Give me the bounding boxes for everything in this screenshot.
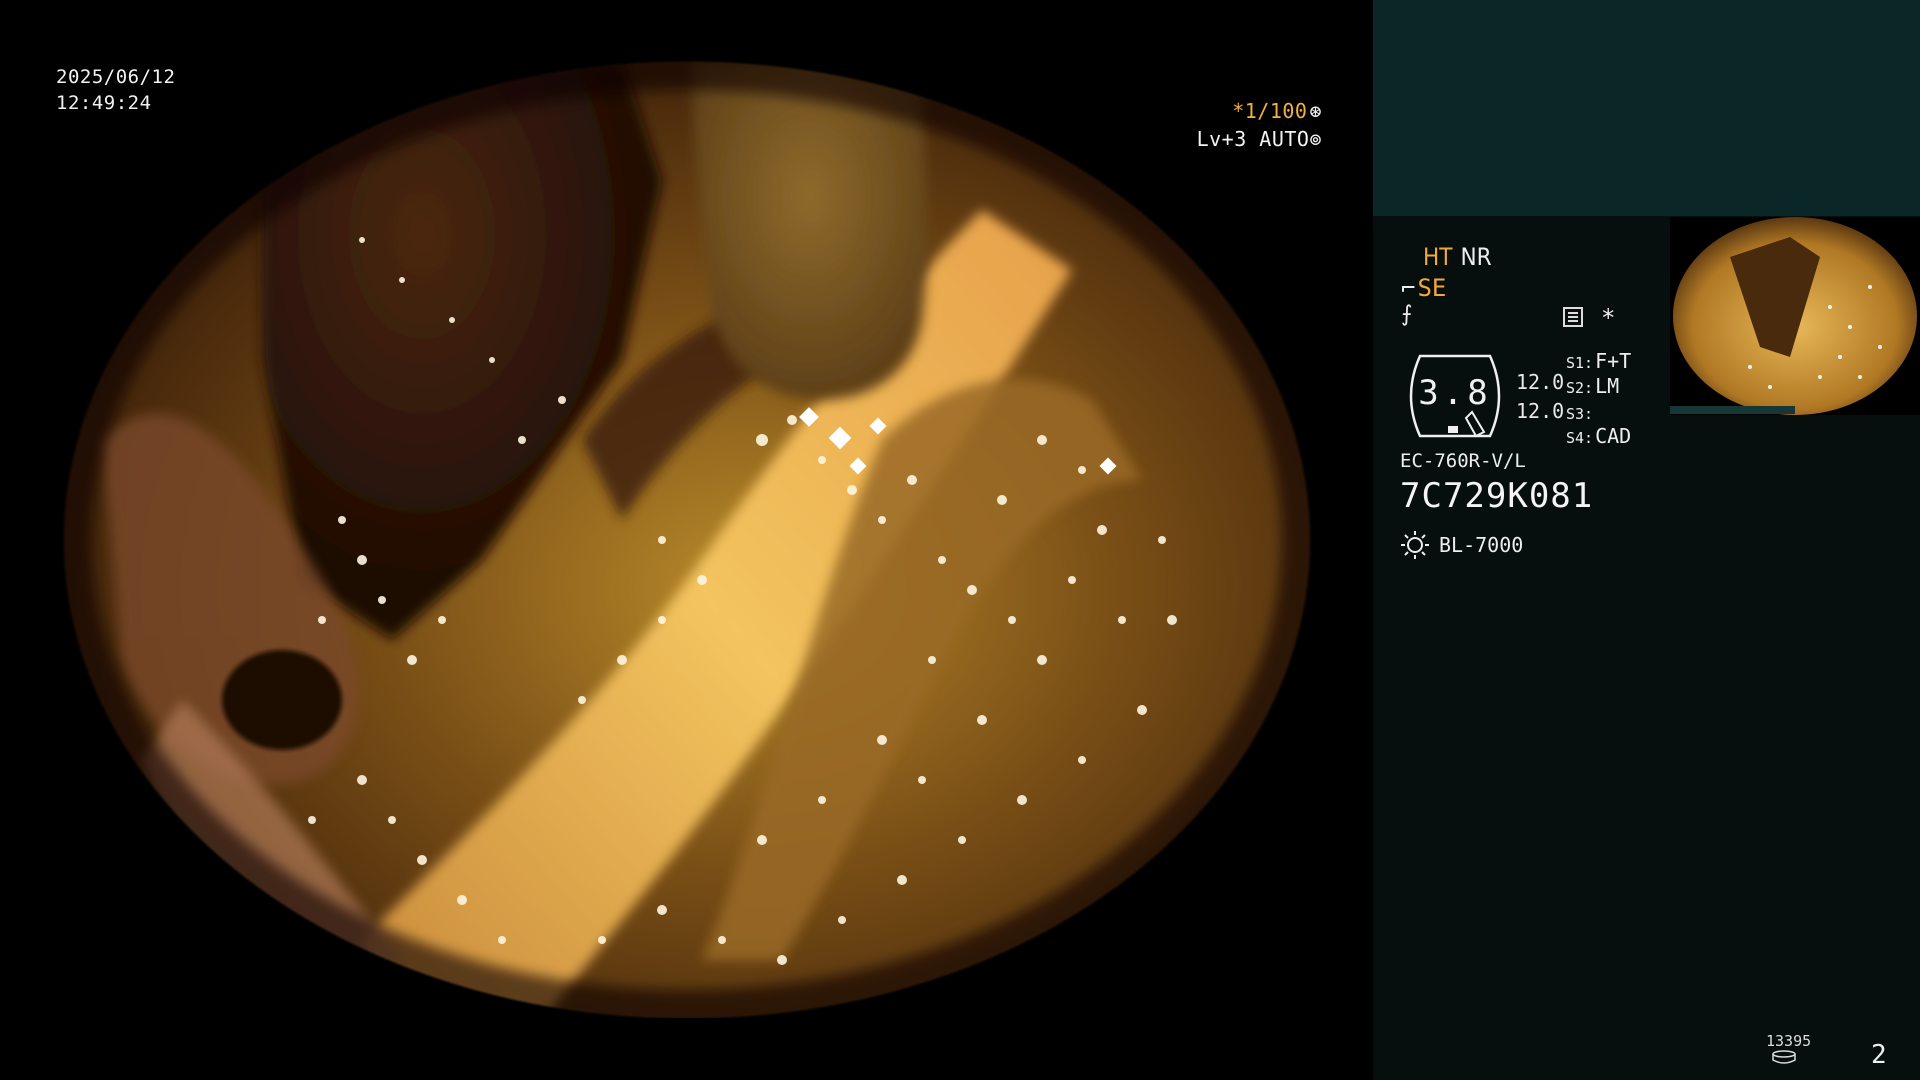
switch-s3: S3: xyxy=(1566,400,1595,424)
panel-header-area xyxy=(1373,0,1920,216)
switch-key: S2: xyxy=(1566,379,1594,397)
page-number: 2 xyxy=(1871,1040,1887,1070)
asterisk-indicator: * xyxy=(1601,304,1616,332)
info-panel: HT NR ⌐SE ⨍ * 3.8 12.0 12.0 S1: F+T S2: LM … xyxy=(1373,0,1920,1080)
switch-value: CAD xyxy=(1595,424,1632,448)
ht-label: HT xyxy=(1423,243,1453,271)
level-text: Lv+3 AUTO xyxy=(1196,127,1310,151)
iris-icon: ⊚ xyxy=(1309,127,1322,151)
structure-enhance-icon: ⨍ xyxy=(1401,302,1413,327)
date-time-display: 2025/06/12 12:49:24 xyxy=(56,64,175,116)
scope-serial: 7C729K081 xyxy=(1400,476,1594,516)
switch-s1: S1: F+T xyxy=(1566,349,1631,373)
time-text: 12:49:24 xyxy=(56,92,152,114)
switch-key: S1: xyxy=(1566,354,1594,372)
switch-value: LM xyxy=(1595,374,1620,398)
aperture-icon: ⊛ xyxy=(1309,99,1322,123)
menu-icon xyxy=(1563,307,1583,327)
nr-label: NR xyxy=(1460,243,1492,271)
se-label: SE xyxy=(1417,274,1447,302)
image-counter: 13395 xyxy=(1766,1032,1812,1050)
se-icon: ⌐ xyxy=(1401,274,1416,302)
storage-icon xyxy=(1772,1050,1796,1064)
switch-key: S4: xyxy=(1566,429,1594,447)
setting-value-1: 12.0 xyxy=(1516,370,1565,394)
switch-value: F+T xyxy=(1595,349,1632,373)
light-source-icon xyxy=(1401,531,1429,559)
scope-model: EC-760R-V/L xyxy=(1400,450,1526,472)
switch-s4: S4: CAD xyxy=(1566,424,1631,448)
date-text: 2025/06/12 xyxy=(56,66,176,88)
scope-mask-bottom xyxy=(0,1018,1372,1080)
endoscopy-screen: 2025/06/12 12:49:24 *1/100 ⊛ Lv+3 AUTO⊚ H… xyxy=(0,0,1920,1080)
zoom-value: 3.8 xyxy=(1418,373,1492,413)
se-indicator: ⌐SE xyxy=(1401,274,1446,302)
endoscope-live-view xyxy=(62,60,1312,1020)
mucosa-image xyxy=(62,60,1312,1020)
captured-thumbnail[interactable] xyxy=(1670,217,1920,415)
ht-nr-indicator: HT NR xyxy=(1423,243,1492,271)
shutter-speed-text: *1/100 xyxy=(1232,99,1308,123)
thumbnail-bar xyxy=(1670,406,1795,414)
shutter-display: *1/100 ⊛ xyxy=(1232,99,1322,123)
switch-key: S3: xyxy=(1566,405,1594,423)
setting-value-2: 12.0 xyxy=(1516,399,1565,423)
scope-mask-top xyxy=(0,0,1372,60)
switch-s2: S2: LM xyxy=(1566,374,1619,398)
light-source-model: BL-7000 xyxy=(1439,533,1524,557)
level-display: Lv+3 AUTO⊚ xyxy=(1197,127,1322,151)
thumbnail-image xyxy=(1670,217,1920,415)
